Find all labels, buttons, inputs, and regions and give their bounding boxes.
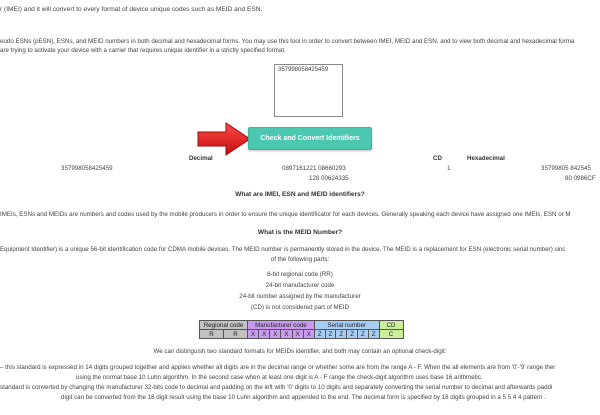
- meid-cell: X: [280, 329, 293, 339]
- formats-intro: We can distinguish two standard formats …: [153, 348, 447, 355]
- section2-line-2: of the following parts:: [270, 256, 330, 263]
- intro-line-3: are trying to activate your device with …: [0, 47, 286, 54]
- meid-cell: X: [246, 329, 260, 339]
- meid-cell: Z: [346, 329, 358, 339]
- result-decimal-meid: 0897161221 08660293: [282, 165, 346, 172]
- meid-table-cells-row: R R X X X X X X Z Z Z Z Z Z C: [199, 329, 404, 339]
- meid-cell: X: [269, 329, 282, 339]
- format-line-2: using the normal base 10 Luhn algorithm.…: [76, 374, 483, 381]
- meid-cell: Z: [313, 329, 326, 339]
- meid-structure-table: Regional code Manufacturer code Serial n…: [199, 320, 404, 339]
- meid-cell: X: [291, 329, 304, 339]
- meid-cell: Z: [335, 329, 348, 339]
- results-header-cd: CD: [433, 155, 442, 162]
- section2-line-1: Equipment Identifier) is a unique 56-bit…: [0, 246, 566, 253]
- format-line-3: standard is converted by changing the ma…: [0, 384, 553, 391]
- meid-cell: Z: [324, 329, 337, 339]
- meid-cell: Z: [356, 329, 369, 339]
- intro-line-1: r (IMEI) and it will convert to every fo…: [0, 6, 263, 13]
- meid-part-3: 24-bit number assigned by the manufactur…: [239, 293, 361, 300]
- meid-part-1: 8-bit regional code (RR): [267, 271, 333, 278]
- meid-part-4: (CD) is not considered part of MEID: [250, 304, 349, 311]
- result-decimal-esn: 128 00624335: [309, 175, 349, 182]
- intro-line-2: eudo ESNs (pESN), ESNs, and MEID numbers…: [0, 38, 575, 45]
- identifier-input[interactable]: 357998058425459: [274, 64, 343, 117]
- result-decimal-input: 357998058425459: [61, 165, 113, 172]
- meid-cell: Z: [367, 329, 380, 339]
- format-line-4: digit can be converted from the 18 digit…: [61, 394, 546, 401]
- identifier-input-value: 357998058425459: [278, 67, 329, 73]
- section1-text: IMEIs, ESNs and MEIDs are numbers and co…: [0, 211, 571, 218]
- result-cd: 1: [447, 165, 451, 172]
- format-line-1: – this standard is expressed in 14 digit…: [0, 364, 556, 371]
- meid-cell: X: [302, 329, 315, 339]
- results-header-decimal: Decimal: [189, 155, 213, 162]
- red-right-arrow-icon: [197, 122, 251, 156]
- meid-cell: R: [199, 329, 224, 339]
- result-hex-esn: 80 0986CF: [565, 175, 596, 182]
- meid-part-2: 24-bit manufacturer code: [265, 282, 335, 289]
- meid-cell: R: [223, 329, 248, 339]
- meid-cell: C: [378, 329, 404, 339]
- meid-header-serial: Serial number: [313, 320, 380, 330]
- check-convert-button[interactable]: Check and Convert Identifiers: [248, 127, 372, 150]
- results-header-hex: Hexadecimal: [467, 155, 505, 162]
- heading-what-is-meid: What is the MEID Number?: [257, 229, 343, 236]
- meid-header-cd: CD: [378, 320, 404, 330]
- page: { "intro": { "line1": "r (IMEI) and it w…: [0, 0, 600, 415]
- heading-what-are-identifiers: What are IMEI, ESN and MEID identifiers?: [235, 191, 365, 198]
- meid-header-regional: Regional code: [199, 320, 248, 330]
- result-hex-meid: 35799805 842545: [541, 165, 591, 172]
- meid-header-manufacturer: Manufacturer code: [247, 320, 315, 330]
- meid-cell: X: [258, 329, 271, 339]
- meid-table-header-row: Regional code Manufacturer code Serial n…: [199, 320, 404, 330]
